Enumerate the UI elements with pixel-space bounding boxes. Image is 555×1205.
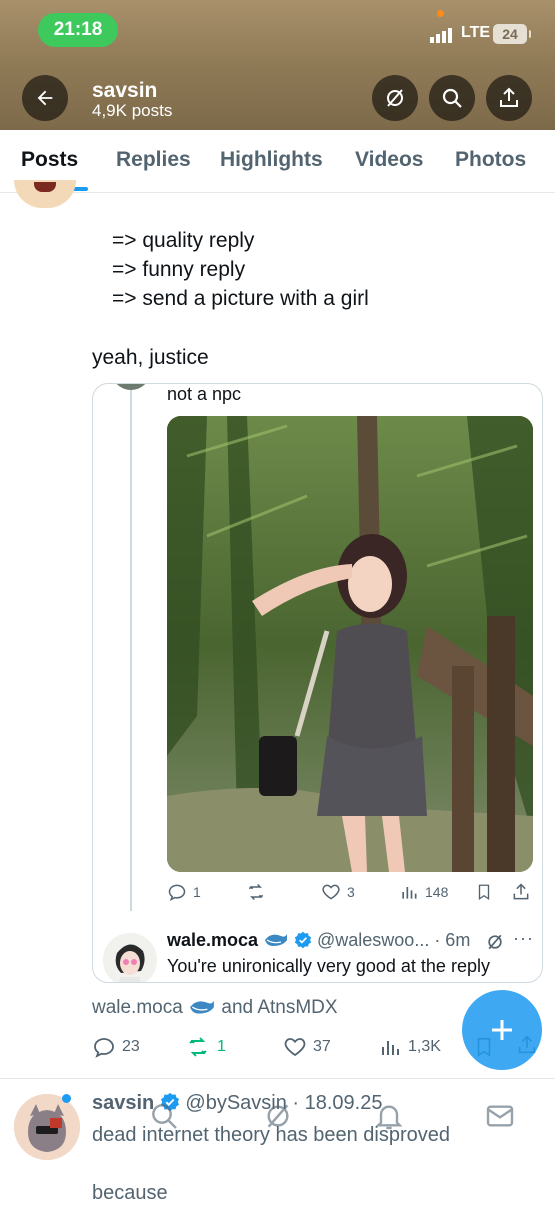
share-button[interactable] xyxy=(486,75,532,121)
verified-badge-icon xyxy=(294,931,312,949)
bottom-navigation xyxy=(0,1085,555,1145)
grok-icon xyxy=(387,89,403,107)
quote-reply-button[interactable]: 1 xyxy=(167,882,201,902)
view-count: 1,3K xyxy=(408,1038,441,1055)
compose-button[interactable] xyxy=(462,990,542,1070)
liked-by-joiner: and xyxy=(221,997,254,1018)
social-context[interactable]: wale.moca and AtnsMDX xyxy=(92,996,338,1019)
tab-videos[interactable]: Videos xyxy=(355,148,423,172)
network-type: LTE xyxy=(461,24,491,41)
status-bar: 21:18 LTE 24 xyxy=(0,0,555,58)
tab-replies[interactable]: Replies xyxy=(116,148,191,172)
share-icon xyxy=(500,87,518,107)
grok-button[interactable] xyxy=(372,75,418,121)
tab-photos[interactable]: Photos xyxy=(455,148,526,172)
views-icon xyxy=(402,887,417,899)
battery-icon: 24 xyxy=(493,24,531,44)
avatar xyxy=(111,384,151,390)
post-image[interactable] xyxy=(167,416,533,872)
like-button[interactable]: 37 xyxy=(283,1035,331,1059)
whale-icon xyxy=(265,934,288,946)
plus-icon xyxy=(492,1020,512,1040)
search-icon xyxy=(442,88,462,108)
post-text-line: => quality reply xyxy=(112,229,255,252)
repost-button[interactable]: 1 xyxy=(185,1035,226,1059)
like-count: 3 xyxy=(347,884,355,900)
bookmark-icon xyxy=(478,884,490,901)
whale-icon xyxy=(190,1000,214,1014)
thread-line xyxy=(130,384,132,911)
profile-name: savsin xyxy=(92,79,158,102)
quote-views-button[interactable]: 148 xyxy=(399,882,448,902)
signal-icon xyxy=(430,28,452,43)
messages-icon[interactable] xyxy=(484,1100,516,1132)
back-button[interactable] xyxy=(22,75,68,121)
avatar[interactable] xyxy=(14,180,76,208)
liked-by-user-1: wale.moca xyxy=(92,997,183,1018)
profile-header: 21:18 LTE 24 savsin 4,9K posts xyxy=(0,0,555,130)
search-button[interactable] xyxy=(429,75,475,121)
reply-author-name: wale.moca xyxy=(167,930,259,950)
reply-icon xyxy=(94,1038,114,1058)
grok-icon[interactable] xyxy=(262,1100,294,1132)
notifications-icon[interactable] xyxy=(373,1100,405,1132)
views-button[interactable]: 1,3K xyxy=(378,1035,441,1059)
quote-like-button[interactable]: 3 xyxy=(321,882,355,902)
more-options-icon[interactable]: ··· xyxy=(513,928,534,949)
post-text-line: => send a picture with a girl xyxy=(112,287,369,310)
reply-author-row: wale.moca xyxy=(167,930,312,951)
grok-icon[interactable] xyxy=(485,932,505,952)
quote-repost-button[interactable] xyxy=(245,882,267,902)
share-icon xyxy=(513,883,529,900)
repost-icon xyxy=(189,1037,207,1057)
post-text-line: => funny reply xyxy=(112,258,246,281)
heart-icon xyxy=(322,884,340,900)
quoted-post-text: not a npc xyxy=(167,384,242,404)
liked-by-user-2: AtnsMDX xyxy=(257,997,338,1018)
arrow-left-icon xyxy=(37,90,53,106)
reply-icon xyxy=(168,884,186,902)
avatar-illustration xyxy=(103,933,157,982)
post-text-line: because xyxy=(92,1182,168,1204)
reply-author-handle: @waleswoo... · 6m xyxy=(317,930,471,950)
views-icon xyxy=(382,1041,399,1055)
quote-share-button[interactable] xyxy=(511,882,531,902)
avatar[interactable] xyxy=(103,933,157,982)
repost-icon xyxy=(248,883,264,901)
like-count: 37 xyxy=(313,1038,331,1055)
quote-bookmark-button[interactable] xyxy=(475,882,493,902)
reply-button[interactable]: 23 xyxy=(92,1035,140,1059)
view-count: 148 xyxy=(425,884,449,900)
repost-count: 1 xyxy=(217,1038,226,1055)
post-text-line: yeah, justice xyxy=(92,346,209,369)
reply-count: 1 xyxy=(193,884,201,900)
profile-post-count: 4,9K posts xyxy=(92,101,173,120)
search-icon[interactable] xyxy=(148,1100,180,1132)
photo-illustration xyxy=(167,416,533,872)
quoted-post-card[interactable]: not a npc 1 3 148 wale.moca @waleswoo...… xyxy=(92,383,543,983)
heart-icon xyxy=(284,1038,306,1057)
profile-tabs: Posts Replies Highlights Videos Photos xyxy=(0,130,555,193)
status-time: 21:18 xyxy=(38,13,118,47)
reply-text: You're unironically very good at the rep… xyxy=(167,956,490,976)
reply-count: 23 xyxy=(122,1038,140,1055)
tab-posts[interactable]: Posts xyxy=(21,148,78,172)
tab-highlights[interactable]: Highlights xyxy=(220,148,323,172)
privacy-indicator-dot xyxy=(437,10,444,17)
